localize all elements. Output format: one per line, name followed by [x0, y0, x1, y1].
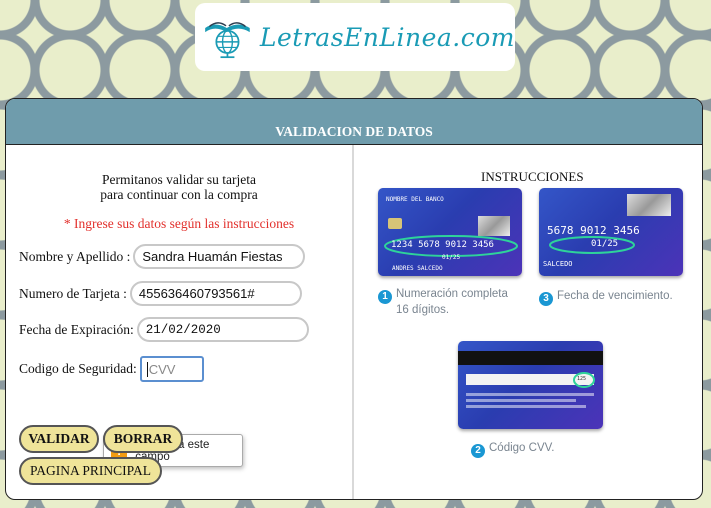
step-2-text: Código CVV. — [489, 442, 555, 454]
card2-cvv: 125 — [577, 376, 587, 382]
step-1-text-line-1: Numeración completa — [396, 288, 508, 300]
clear-button[interactable]: BORRAR — [103, 425, 183, 453]
card3-expiry: 01/25 — [591, 239, 619, 249]
card-chip-icon — [388, 218, 402, 229]
cvv-input[interactable]: CVV — [139, 356, 204, 382]
card-front-expiry-image: 5678 9012 3456 01/25 SALCEDO — [539, 188, 683, 276]
card-back-cvv-image: 125 — [458, 341, 603, 429]
name-row: Nombre y Apellido : Sandra Huamán Fiesta… — [19, 244, 306, 269]
site-logo[interactable]: LetrasEnLinea.com — [195, 3, 515, 71]
home-page-button[interactable]: PAGINA PRINCIPAL — [19, 457, 162, 485]
logo-text: LetrasEnLinea.com — [259, 22, 515, 52]
card-back-text-line — [466, 405, 586, 408]
panel-header: VALIDACION DE DATOS — [6, 99, 702, 145]
instructions-title: INSTRUCCIONES — [481, 169, 584, 184]
text-caret — [146, 361, 148, 377]
card-hologram-icon — [478, 216, 510, 236]
card-number-value: 455636460793561# — [138, 286, 255, 301]
card1-number: 1234 5678 9012 3456 — [391, 240, 494, 250]
expiry-value: 21/02/2020 — [145, 322, 221, 337]
validation-panel: VALIDACION DE DATOS Permitanos validar s… — [5, 98, 703, 500]
step-3-text: Fecha de vencimiento. — [557, 290, 673, 302]
step-1-badge: 1 — [378, 289, 392, 304]
card1-holder: ANDRES SALCEDO — [392, 265, 443, 272]
step-2-caption: 2 Código CVV. — [471, 442, 554, 458]
step-1-caption: 1 Numeración completa 16 dígitos. — [378, 288, 508, 317]
intro-line-1: Permitanos validar su tarjeta — [101, 172, 257, 187]
name-input[interactable]: Sandra Huamán Fiestas — [133, 244, 306, 269]
intro-line-2: para continuar con la compra — [100, 187, 258, 202]
cvv-row: Codigo de Seguridad: CVV — [19, 356, 204, 382]
validate-button[interactable]: VALIDAR — [19, 425, 99, 453]
validation-form: Permitanos validar su tarjeta para conti… — [6, 145, 354, 499]
card-number-label: Numero de Tarjeta : — [19, 285, 127, 301]
card-front-number-image: NOMBRE DEL BANCO 1234 5678 9012 3456 01/… — [378, 188, 522, 276]
expiry-input[interactable]: 21/02/2020 — [136, 317, 309, 342]
card-number-input[interactable]: 455636460793561# — [129, 281, 302, 306]
name-label: Nombre y Apellido : — [19, 248, 131, 264]
expiry-label: Fecha de Expiración: — [19, 321, 134, 337]
panel-title: VALIDACION DE DATOS — [275, 124, 433, 139]
card-back-text-line — [466, 399, 576, 402]
instructions-section: INSTRUCCIONES NOMBRE DEL BANCO 1234 5678… — [356, 145, 702, 499]
card1-expiry: 01/25 — [442, 254, 461, 261]
cvv-placeholder: CVV — [148, 361, 176, 377]
step-3-badge: 3 — [539, 291, 553, 306]
card-back-text-line — [466, 393, 594, 396]
card-number-row: Numero de Tarjeta : 455636460793561# — [19, 281, 302, 306]
cvv-label: Codigo de Seguridad: — [19, 361, 137, 376]
intro-text: Permitanos validar su tarjeta para conti… — [6, 172, 352, 202]
name-input-value: Sandra Huamán Fiestas — [142, 249, 283, 264]
book-globe-logo-icon — [205, 22, 250, 59]
card3-holder: SALCEDO — [543, 260, 573, 268]
step-2-badge: 2 — [471, 443, 485, 458]
card-bank-name: NOMBRE DEL BANCO — [386, 196, 444, 203]
step-1-text-line-2: 16 dígitos. — [396, 303, 450, 316]
magnetic-stripe — [458, 351, 603, 365]
step-3-caption: 3 Fecha de vencimiento. — [539, 290, 673, 306]
card3-hologram-icon — [627, 194, 671, 216]
expiry-row: Fecha de Expiración: 21/02/2020 — [19, 317, 309, 342]
required-note: * Ingrese sus datos según las instruccio… — [63, 216, 295, 231]
